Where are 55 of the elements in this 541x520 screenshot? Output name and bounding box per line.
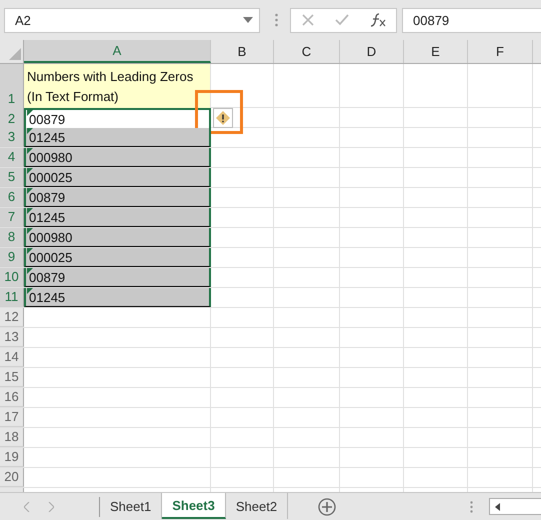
row-header[interactable]: 1 <box>0 64 24 109</box>
formula-field[interactable]: 00879 <box>402 8 541 32</box>
row-header[interactable]: 15 <box>0 368 24 387</box>
row-header[interactable]: 14 <box>0 348 24 367</box>
column-header[interactable]: E <box>404 40 468 63</box>
close-icon <box>302 14 314 26</box>
row-header[interactable]: 4 <box>0 148 24 167</box>
row-header[interactable]: 12 <box>0 308 24 327</box>
table-cell: 000980 <box>24 228 211 247</box>
error-options-button[interactable] <box>213 108 233 128</box>
name-box[interactable]: A2 <box>4 8 260 32</box>
row-header[interactable]: 19 <box>0 448 24 467</box>
column-header[interactable]: A <box>24 40 211 63</box>
table-cell: 000025 <box>24 168 211 187</box>
row-header[interactable]: 16 <box>0 388 24 407</box>
scroll-left-button[interactable] <box>22 502 32 512</box>
row-header[interactable]: 11 <box>0 288 24 307</box>
function-icon <box>370 13 386 27</box>
column-header[interactable]: F <box>468 40 533 63</box>
row-header[interactable]: 18 <box>0 428 24 447</box>
table-cell: 00879 <box>24 108 211 129</box>
row-header[interactable]: 3 <box>0 128 24 147</box>
horizontal-scrollbar[interactable] <box>489 498 541 515</box>
row-header[interactable]: 13 <box>0 328 24 347</box>
row-header[interactable]: 9 <box>0 248 24 267</box>
sheet-tab[interactable]: Sheet3 <box>162 493 226 519</box>
table-cell: 01245 <box>24 208 211 227</box>
row-header[interactable]: 7 <box>0 208 24 227</box>
row-header[interactable]: 2 <box>0 108 24 129</box>
table-cell: 00879 <box>24 188 211 207</box>
left-arrow-icon <box>495 502 500 510</box>
table-cell: 00879 <box>24 268 211 287</box>
header-cell: Numbers with Leading Zeros (In Text Format) <box>24 64 211 109</box>
row-header[interactable]: 17 <box>0 408 24 427</box>
dropdown-caret-icon <box>243 17 253 23</box>
row-header[interactable]: 5 <box>0 168 24 187</box>
grip-icon <box>470 500 473 512</box>
table-cell: 01245 <box>24 288 211 307</box>
grip-icon <box>275 13 278 27</box>
table-cell: 000025 <box>24 248 211 267</box>
row-header[interactable]: 6 <box>0 188 24 207</box>
triangle-icon <box>9 48 21 60</box>
table-cell: 01245 <box>24 128 211 147</box>
plus-icon <box>318 498 336 516</box>
warning-icon <box>216 111 230 125</box>
row-header[interactable]: 20 <box>0 468 24 487</box>
scroll-right-button[interactable] <box>46 502 56 512</box>
check-icon <box>334 14 348 26</box>
column-header[interactable]: B <box>211 40 274 63</box>
new-sheet-button[interactable] <box>318 498 336 516</box>
column-header[interactable]: C <box>274 40 340 63</box>
row-header[interactable]: 10 <box>0 268 24 287</box>
column-header[interactable]: D <box>340 40 404 63</box>
row-header[interactable]: 8 <box>0 228 24 247</box>
table-cell: 000980 <box>24 148 211 167</box>
